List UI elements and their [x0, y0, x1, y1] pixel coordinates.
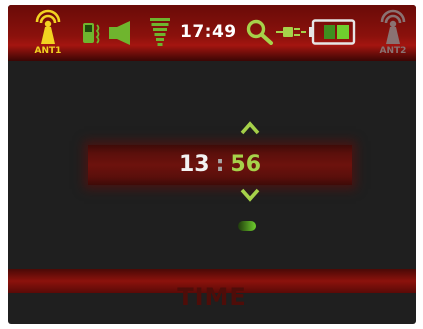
time-separator: :	[215, 152, 225, 177]
phone-vibrate-icon	[83, 23, 100, 44]
chevron-up-icon[interactable]	[240, 121, 260, 135]
antenna-2[interactable]: ANT2	[373, 8, 413, 58]
time-value[interactable]: 13:56	[88, 153, 352, 177]
minutes-field[interactable]: 56	[230, 152, 261, 177]
time-selector: 13:56	[88, 145, 352, 185]
signal-strength-icon	[150, 18, 170, 46]
antenna-2-label: ANT2	[379, 46, 407, 56]
chevron-down-icon[interactable]	[240, 188, 260, 202]
device-screen: ANT1 17:49 ANT2 13: 56 TIME	[8, 5, 416, 324]
hours-field[interactable]: 13	[179, 152, 210, 177]
screen-title: TIME	[177, 283, 247, 311]
status-bar: ANT1 17:49 ANT2	[8, 5, 416, 61]
battery-icon	[309, 19, 356, 45]
speaker-icon	[109, 21, 130, 45]
antenna-icon	[35, 9, 61, 44]
plug-icon	[276, 27, 306, 37]
search-icon[interactable]	[246, 19, 274, 45]
status-clock: 17:49	[180, 22, 237, 42]
antenna-icon	[380, 9, 406, 44]
progress-indicator-icon	[238, 221, 256, 231]
antenna-1-label: ANT1	[34, 46, 62, 56]
antenna-1[interactable]: ANT1	[28, 8, 68, 58]
